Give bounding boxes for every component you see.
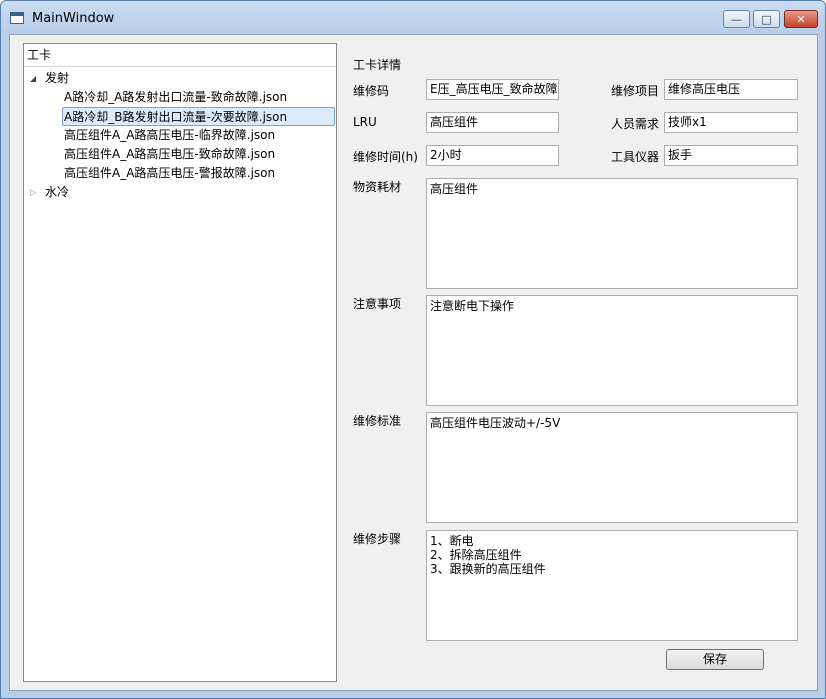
materials-label: 物资耗材 bbox=[353, 180, 402, 194]
save-button[interactable]: 保存 bbox=[666, 649, 764, 670]
collapsed-arrow-icon[interactable]: ▷ bbox=[30, 183, 36, 202]
maximize-icon: □ bbox=[761, 12, 772, 26]
window-title: MainWindow bbox=[32, 11, 115, 26]
tools-label: 工具仪器 bbox=[611, 150, 660, 164]
tree-item[interactable]: 高压组件A_A路高压电压-警报故障.json bbox=[64, 164, 275, 183]
work-card-tree[interactable]: 工卡 ◢ 发射 A路冷却_A路发射出口流量-致命故障.json A路冷却_B路发… bbox=[23, 43, 337, 682]
tree-item-selected[interactable]: A路冷却_B路发射出口流量-次要故障.json bbox=[62, 107, 335, 126]
tree-header: 工卡 bbox=[24, 44, 336, 67]
close-button[interactable]: ✕ bbox=[784, 10, 818, 28]
standard-label: 维修标准 bbox=[353, 414, 402, 428]
staff-label: 人员需求 bbox=[611, 117, 660, 131]
steps-textarea[interactable]: 1、断电 2、拆除高压组件 3、跟换新的高压组件 bbox=[426, 530, 798, 641]
lru-label: LRU bbox=[353, 115, 377, 129]
steps-label: 维修步骤 bbox=[353, 532, 402, 546]
tree-item[interactable]: 高压组件A_A路高压电压-致命故障.json bbox=[64, 145, 275, 164]
lru-field[interactable]: 高压组件 bbox=[426, 112, 559, 133]
repair-item-label: 维修项目 bbox=[611, 84, 660, 98]
notes-label: 注意事项 bbox=[353, 297, 402, 311]
client-area: 工卡 ◢ 发射 A路冷却_A路发射出口流量-致命故障.json A路冷却_B路发… bbox=[9, 34, 818, 691]
tree-group-label: 发射 bbox=[45, 71, 70, 85]
repair-code-field[interactable]: E压_高压电压_致命故障 bbox=[426, 79, 559, 100]
repair-time-label: 维修时间(h) bbox=[353, 150, 418, 164]
app-window-icon bbox=[10, 12, 24, 24]
repair-code-label: 维修码 bbox=[353, 84, 390, 98]
detail-title: 工卡详情 bbox=[353, 58, 402, 72]
minimize-button[interactable]: — bbox=[723, 10, 750, 28]
tools-field[interactable]: 扳手 bbox=[664, 145, 798, 166]
close-icon: ✕ bbox=[796, 12, 806, 26]
tree-item[interactable]: A路冷却_A路发射出口流量-致命故障.json bbox=[64, 88, 287, 107]
expanded-arrow-icon[interactable]: ◢ bbox=[30, 69, 36, 88]
main-window: MainWindow — □ ✕ 工卡 ◢ 发射 A路冷却_A路发射出口流量-致… bbox=[0, 0, 826, 699]
repair-time-field[interactable]: 2小时 bbox=[426, 145, 559, 166]
staff-field[interactable]: 技师x1 bbox=[664, 112, 798, 133]
tree-group-label: 水冷 bbox=[45, 185, 70, 199]
standard-textarea[interactable]: 高压组件电压波动+/-5V bbox=[426, 412, 798, 523]
tree-item[interactable]: 高压组件A_A路高压电压-临界故障.json bbox=[64, 126, 275, 145]
title-bar[interactable]: MainWindow — □ ✕ bbox=[1, 1, 825, 35]
minimize-icon: — bbox=[731, 12, 742, 26]
maximize-button[interactable]: □ bbox=[753, 10, 780, 28]
materials-textarea[interactable]: 高压组件 bbox=[426, 178, 798, 289]
notes-textarea[interactable]: 注意断电下操作 bbox=[426, 295, 798, 406]
repair-item-field[interactable]: 维修高压电压 bbox=[664, 79, 798, 100]
